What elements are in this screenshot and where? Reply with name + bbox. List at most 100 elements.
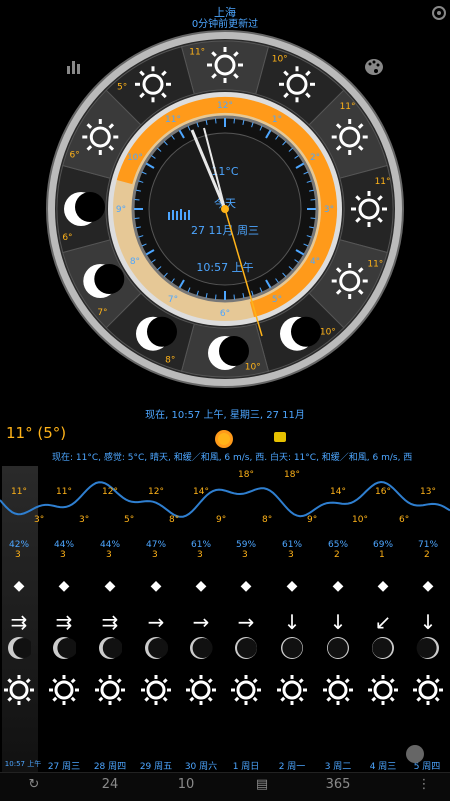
forecast-column[interactable]: ◆ ↓	[272, 578, 312, 753]
high-temp-label: 14°	[193, 487, 209, 497]
low-temp-label: 9°	[307, 515, 318, 525]
low-temp-label: 8°	[262, 515, 273, 525]
high-temp-label: 11°	[56, 487, 72, 497]
refresh-button[interactable]: ↻	[14, 777, 54, 792]
humidity-label: 59%	[236, 540, 257, 550]
weather-icon	[49, 675, 79, 705]
hour-temp-label: 7°	[97, 308, 107, 318]
weather-icon	[323, 675, 353, 705]
wind-direction-icon: ◆	[240, 578, 252, 594]
wind-direction-icon: ◆	[332, 578, 344, 594]
humidity-label: 61%	[282, 540, 303, 550]
day-label: 3 周二	[324, 762, 352, 772]
low-temp-label: 6°	[399, 515, 410, 525]
wind-direction-icon: ◆	[58, 578, 70, 594]
hour-temp-label: 6°	[70, 150, 80, 160]
moon-phase-icon	[235, 637, 257, 659]
hour-temp-label: 10°	[245, 363, 261, 373]
ring-hour-label: 12°	[217, 101, 233, 111]
high-temp-label: 12°	[102, 487, 118, 497]
wind-arrow-icon: ↓	[283, 610, 301, 634]
wind-direction-icon: ◆	[13, 578, 25, 594]
humidity-label: 42%	[9, 540, 30, 550]
day-label: 30 周六	[184, 762, 218, 772]
ring-hour-label: 8°	[130, 257, 140, 267]
daily-10-button[interactable]: 10	[166, 777, 206, 792]
settings-icon[interactable]	[430, 4, 448, 22]
forecast-column[interactable]: ◆ ↓	[318, 578, 358, 753]
forecast-column[interactable]: ◆ →	[136, 578, 176, 753]
high-temp-label: 12°	[148, 487, 164, 497]
humidity-label: 69%	[373, 540, 394, 550]
hour-temp-label: 11°	[189, 47, 205, 57]
chart-view-button[interactable]: ▤	[242, 777, 282, 792]
wind-arrow-icon: ⇉	[101, 610, 119, 634]
low-temp-label: 5°	[124, 515, 135, 525]
weather-icon	[231, 675, 261, 705]
moon-phase-icon	[8, 637, 31, 659]
ring-hour-label: 6°	[220, 309, 230, 319]
forecast-column[interactable]: ◆ →	[181, 578, 221, 753]
forecast-column[interactable]: ◆ ⇉	[0, 578, 39, 753]
ring-hour-label: 5°	[272, 295, 282, 305]
ring-hour-label: 3°	[324, 205, 334, 215]
low-temp-label: 8°	[169, 515, 180, 525]
wind-direction-icon: ◆	[286, 578, 298, 594]
moon-phase-icon	[327, 637, 349, 659]
forecast-column[interactable]: ◆ ↙	[363, 578, 403, 753]
uv-index-label: 2	[424, 550, 430, 560]
uv-index-label: 3	[60, 550, 66, 560]
low-temp-label: 3°	[79, 515, 90, 525]
day-label: 10:57 上午	[4, 760, 42, 768]
ring-hour-label: 7°	[168, 295, 178, 305]
hour-temp-label: 6°	[62, 233, 72, 243]
weather-icon	[186, 675, 216, 705]
weather-icon	[95, 675, 125, 705]
low-temp-label: 9°	[216, 515, 227, 525]
weather-icon	[141, 675, 171, 705]
hour-temp-label: 11°	[375, 177, 391, 187]
wind-arrow-icon: →	[237, 610, 255, 634]
wind-direction-icon: ◆	[195, 578, 207, 594]
uv-index-label: 3	[152, 550, 158, 560]
ring-hour-label: 9°	[116, 205, 126, 215]
forecast-column[interactable]: ◆ ↓	[408, 578, 448, 753]
forecast-column[interactable]: ◆ ⇉	[90, 578, 130, 753]
aqi-badge-icon	[274, 432, 286, 442]
ring-hour-label: 1°	[272, 115, 282, 125]
low-temp-label: 3°	[34, 515, 45, 525]
wind-arrow-icon: ↙	[374, 610, 392, 634]
day-label: 2 周一	[278, 762, 306, 772]
weather-icon	[277, 675, 307, 705]
hourly-24-button[interactable]: 24	[90, 777, 130, 792]
hour-temp-label: 11°	[367, 260, 383, 270]
hour-temp-label: 11°	[340, 102, 356, 112]
yearly-365-button[interactable]: 365	[318, 777, 358, 792]
moon-phase-icon	[99, 637, 122, 659]
weather-icon	[413, 675, 443, 705]
high-temp-label: 14°	[330, 487, 346, 497]
ring-hour-label: 4°	[310, 257, 320, 267]
forecast-column[interactable]: ◆ →	[226, 578, 266, 753]
more-menu-button[interactable]: ⋮	[404, 777, 444, 792]
high-temp-label: 18°	[238, 470, 254, 480]
wind-direction-icon: ◆	[422, 578, 434, 594]
day-label: 29 周五	[139, 762, 173, 772]
day-label: 4 周三	[369, 762, 397, 772]
weather-clock[interactable]: 11° 10° 11° 11° 11° 10° 10° 8° 7° 6° 6° 5° 12° 1° 2° 3…	[44, 28, 406, 390]
uv-index-label: 1	[379, 550, 385, 560]
uv-index-label: 3	[197, 550, 203, 560]
ring-hour-label: 2°	[310, 153, 320, 163]
ring-hour-label: 11°	[165, 115, 181, 125]
scroll-handle[interactable]	[406, 745, 424, 763]
humidity-label: 44%	[100, 540, 121, 550]
hour-temp-label: 10°	[272, 55, 288, 65]
ring-hour-label: 10°	[127, 153, 143, 163]
uv-index-label: 3	[15, 550, 21, 560]
humidity-label: 65%	[328, 540, 349, 550]
day-label: 28 周四	[93, 762, 127, 772]
forecast-column[interactable]: ◆ ⇉	[44, 578, 84, 753]
day-label: 1 周日	[232, 762, 260, 772]
bottom-nav: ↻ 24 10 ▤ 365 ⋮	[0, 772, 450, 801]
wind-direction-icon: ◆	[377, 578, 389, 594]
